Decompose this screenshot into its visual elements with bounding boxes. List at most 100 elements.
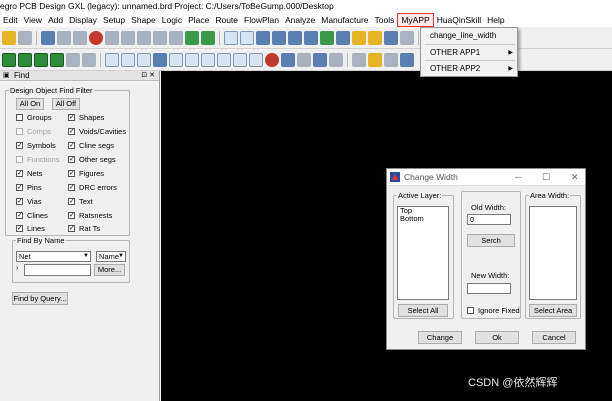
menu-add[interactable]: Add bbox=[45, 14, 66, 26]
highlight-icon[interactable] bbox=[352, 30, 366, 45]
open-icon[interactable] bbox=[2, 30, 16, 45]
place-swap-icon[interactable] bbox=[34, 52, 48, 67]
menu-logic[interactable]: Logic bbox=[159, 14, 185, 26]
checkbox-checked[interactable]: ✓ bbox=[16, 184, 23, 191]
cancel-button[interactable]: Cancel bbox=[532, 331, 576, 344]
menu-place[interactable]: Place bbox=[185, 14, 212, 26]
dimension-icon[interactable] bbox=[281, 52, 295, 67]
checkbox-checked[interactable]: ✓ bbox=[16, 212, 23, 219]
ok-button[interactable]: Ok bbox=[475, 331, 519, 344]
move-icon[interactable] bbox=[41, 30, 55, 45]
route-slide-icon[interactable] bbox=[121, 52, 135, 67]
done-icon[interactable] bbox=[185, 30, 199, 45]
filter-figures[interactable]: ✓ Figures bbox=[68, 169, 104, 178]
route-connect-icon[interactable] bbox=[105, 52, 119, 67]
shape-add-icon[interactable] bbox=[169, 52, 183, 67]
arrow-icon[interactable] bbox=[137, 30, 151, 45]
find-by-query-button[interactable]: Find by Query... bbox=[12, 292, 68, 305]
checkbox-checked[interactable]: ✓ bbox=[68, 198, 75, 205]
filter-shapes[interactable]: ✓ Shapes bbox=[68, 113, 104, 122]
zoom-fit-icon[interactable] bbox=[256, 30, 270, 45]
checkbox-checked[interactable]: ✓ bbox=[16, 142, 23, 149]
list-item[interactable]: Bottom bbox=[398, 215, 448, 223]
select-area-button[interactable]: Select Area bbox=[529, 304, 577, 317]
pin-icon[interactable] bbox=[201, 30, 215, 45]
filter-lines[interactable]: ✓ Lines bbox=[16, 224, 45, 233]
checkbox-checked[interactable]: ✓ bbox=[68, 156, 75, 163]
help-icon[interactable] bbox=[400, 52, 414, 67]
menu-item-change-line-width[interactable]: change_line_width bbox=[421, 29, 517, 43]
menu-item-other-app2[interactable]: OTHER APP2 ▶ bbox=[421, 62, 517, 76]
mirror-icon[interactable] bbox=[169, 30, 183, 45]
menu-route[interactable]: Route bbox=[212, 14, 241, 26]
minimize-icon[interactable]: ─ bbox=[515, 169, 521, 186]
menu-shape[interactable]: Shape bbox=[128, 14, 159, 26]
checkbox[interactable] bbox=[16, 128, 23, 135]
save-icon[interactable] bbox=[18, 30, 32, 45]
checkbox[interactable] bbox=[16, 156, 23, 163]
old-width-input[interactable]: 0 bbox=[467, 214, 511, 225]
rotate-icon[interactable] bbox=[153, 30, 167, 45]
find-name-input[interactable] bbox=[24, 264, 91, 276]
shape-edit-icon[interactable] bbox=[185, 52, 199, 67]
bulb-icon[interactable] bbox=[368, 52, 382, 67]
layer-list[interactable]: Top Bottom bbox=[397, 206, 449, 300]
shape-circle-icon[interactable] bbox=[249, 52, 263, 67]
drc-icon[interactable] bbox=[265, 52, 279, 67]
menu-tools[interactable]: Tools bbox=[372, 14, 398, 26]
pick-icon[interactable] bbox=[73, 30, 87, 45]
checkbox[interactable] bbox=[16, 114, 23, 121]
shape-merge-icon[interactable] bbox=[217, 52, 231, 67]
place-align-icon[interactable] bbox=[50, 52, 64, 67]
script-icon[interactable] bbox=[384, 52, 398, 67]
dehighlight-icon[interactable] bbox=[368, 30, 382, 45]
filter-functions[interactable]: Functions bbox=[16, 155, 60, 164]
place-manual-icon[interactable] bbox=[18, 52, 32, 67]
menu-edit[interactable]: Edit bbox=[0, 14, 21, 26]
filter-voids-cavities[interactable]: ✓ Voids/Cavities bbox=[68, 127, 126, 136]
place-move-icon[interactable] bbox=[66, 52, 80, 67]
select-all-button[interactable]: Select All bbox=[398, 304, 448, 317]
menu-manufacture[interactable]: Manufacture bbox=[318, 14, 371, 26]
layers-icon[interactable] bbox=[240, 30, 254, 45]
menu-help[interactable]: Help bbox=[484, 14, 507, 26]
close-icon[interactable]: ✕ bbox=[571, 169, 579, 186]
more-button[interactable]: More... bbox=[94, 264, 125, 276]
filter-drc-errors[interactable]: ✓ DRC errors bbox=[68, 183, 117, 192]
pin-icon[interactable]: ▣ bbox=[3, 71, 10, 81]
shape-split-icon[interactable] bbox=[233, 52, 247, 67]
redo-icon[interactable] bbox=[121, 30, 135, 45]
checkbox-checked[interactable]: ✓ bbox=[16, 225, 23, 232]
filter-rat-ts[interactable]: ✓ Rat Ts bbox=[68, 224, 100, 233]
filter-cline-segs[interactable]: ✓ Cline segs bbox=[68, 141, 114, 150]
checkbox-checked[interactable]: ✓ bbox=[68, 142, 75, 149]
area-width-list[interactable] bbox=[529, 206, 577, 300]
menu-item-other-app1[interactable]: OTHER APP1 ▶ bbox=[421, 46, 517, 60]
filter-symbols[interactable]: ✓ Symbols bbox=[16, 141, 56, 150]
zoom-out-icon[interactable] bbox=[288, 30, 302, 45]
color-icon[interactable] bbox=[384, 30, 398, 45]
text-icon[interactable] bbox=[297, 52, 311, 67]
menu-analyze[interactable]: Analyze bbox=[282, 14, 318, 26]
filter-vias[interactable]: ✓ Vias bbox=[16, 197, 41, 206]
filter-other-segs[interactable]: ✓ Other segs bbox=[68, 155, 116, 164]
search-button[interactable]: Serch bbox=[467, 234, 515, 247]
checkbox-checked[interactable]: ✓ bbox=[68, 184, 75, 191]
menu-myapp[interactable]: MyAPP bbox=[397, 13, 434, 27]
ignore-fixed-checkbox[interactable]: Ignore Fixed bbox=[467, 306, 520, 315]
filter-comps[interactable]: Comps bbox=[16, 127, 51, 136]
checkbox-checked[interactable]: ✓ bbox=[16, 170, 23, 177]
checkbox-checked[interactable]: ✓ bbox=[68, 128, 75, 135]
undo-icon[interactable] bbox=[105, 30, 119, 45]
checkbox-checked[interactable]: ✓ bbox=[68, 212, 75, 219]
menu-flowplan[interactable]: FlowPlan bbox=[241, 14, 282, 26]
redraw-icon[interactable] bbox=[320, 30, 334, 45]
measure-icon[interactable] bbox=[400, 30, 414, 45]
filter-text[interactable]: ✓ Text bbox=[68, 197, 93, 206]
filter-nets[interactable]: ✓ Nets bbox=[16, 169, 42, 178]
filter-groups[interactable]: Groups bbox=[16, 113, 52, 122]
arc-icon[interactable] bbox=[329, 52, 343, 67]
shape-void-icon[interactable] bbox=[201, 52, 215, 67]
menu-view[interactable]: View bbox=[21, 14, 45, 26]
zoom-in-icon[interactable] bbox=[272, 30, 286, 45]
